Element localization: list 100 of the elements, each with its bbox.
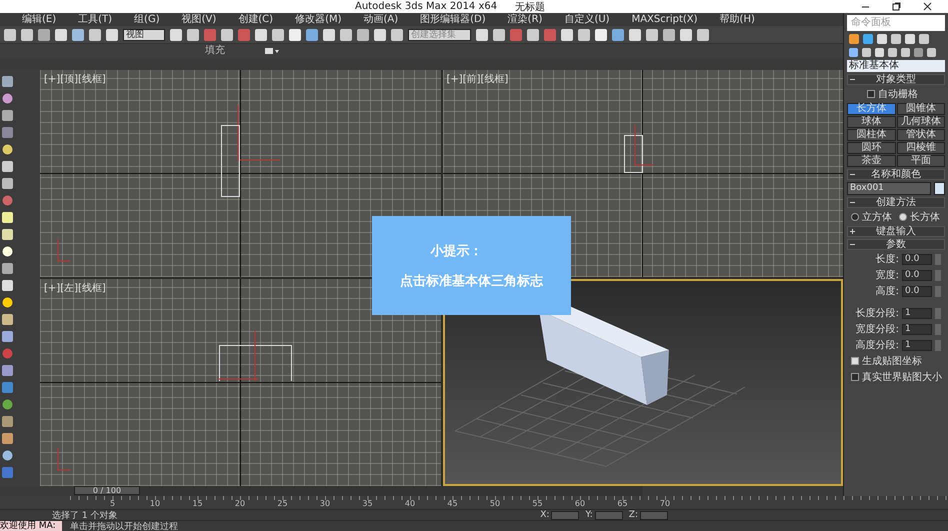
timeline-ruler[interactable]: 5 10 15 20 25 30 35 40 45 50 55 60 65 70 bbox=[70, 496, 948, 509]
toolbar-icon[interactable] bbox=[476, 28, 488, 40]
tool-icon[interactable] bbox=[2, 416, 13, 427]
toolbar-icon[interactable] bbox=[374, 28, 386, 40]
rollout-header[interactable]: 名称和颜色 bbox=[847, 169, 945, 180]
rollout-header[interactable]: 键盘输入 bbox=[847, 226, 945, 237]
toolbar-icon[interactable] bbox=[527, 28, 539, 40]
collapse-icon[interactable] bbox=[850, 172, 855, 177]
toolbar-icon[interactable] bbox=[391, 28, 403, 40]
tool-icon[interactable] bbox=[2, 331, 13, 342]
view-dropdown[interactable]: 视图 bbox=[123, 28, 165, 40]
category-dropdown[interactable]: 标准基本体 bbox=[847, 60, 945, 72]
toolbar-icon[interactable] bbox=[106, 28, 118, 40]
toolbar-icon[interactable] bbox=[72, 28, 84, 40]
object-button[interactable]: 球体 bbox=[847, 116, 896, 128]
toolbar-icon[interactable] bbox=[578, 28, 590, 40]
object-button[interactable]: 圆柱体 bbox=[847, 129, 896, 141]
toolbar-icon[interactable] bbox=[612, 28, 624, 40]
tool-icon[interactable] bbox=[2, 212, 13, 223]
toolbar-icon[interactable] bbox=[306, 28, 318, 40]
menu-item[interactable]: 动画(A) bbox=[364, 13, 398, 26]
expand-icon[interactable] bbox=[850, 229, 855, 234]
script-listener[interactable]: 欢迎使用 MA: bbox=[0, 520, 62, 531]
coord-field[interactable] bbox=[551, 510, 580, 520]
toolbar-icon[interactable] bbox=[170, 28, 182, 40]
toolbar-icon[interactable] bbox=[561, 28, 573, 40]
rollout-header[interactable]: 参数 bbox=[847, 239, 945, 250]
menu-item[interactable]: 工具(T) bbox=[78, 13, 112, 26]
rollout-header[interactable]: 创建方法 bbox=[847, 197, 945, 208]
tool-icon[interactable] bbox=[2, 229, 13, 240]
menu-item[interactable]: 创建(C) bbox=[238, 13, 274, 26]
param-field[interactable]: 1 bbox=[902, 324, 932, 334]
toolbar-icon[interactable] bbox=[221, 28, 233, 40]
checkbox[interactable] bbox=[851, 357, 859, 365]
toolbar-icon[interactable] bbox=[289, 28, 301, 40]
time-slider-track[interactable]: 0 / 100 bbox=[74, 486, 643, 496]
toolbar-icon[interactable] bbox=[629, 28, 641, 40]
toolbar-icon[interactable] bbox=[595, 28, 607, 40]
tool-icon[interactable] bbox=[2, 110, 13, 121]
color-swatch[interactable] bbox=[934, 182, 945, 195]
menu-item[interactable]: 视图(V) bbox=[182, 13, 216, 26]
checkbox[interactable] bbox=[851, 373, 859, 381]
toolbar-icon[interactable] bbox=[323, 28, 335, 40]
slider-thumb[interactable]: 0 / 100 bbox=[74, 486, 140, 496]
tool-icon[interactable] bbox=[2, 365, 13, 376]
menu-item[interactable]: 图形编辑器(D) bbox=[420, 13, 486, 26]
toolbar-icon[interactable] bbox=[493, 28, 505, 40]
object-button[interactable]: 圆锥体 bbox=[896, 103, 945, 115]
collapse-icon[interactable] bbox=[850, 200, 855, 205]
menu-item[interactable]: MAXScript(X) bbox=[632, 13, 698, 26]
toolbar-icon[interactable] bbox=[663, 28, 675, 40]
checkbox[interactable] bbox=[867, 90, 875, 98]
tool-icon[interactable] bbox=[2, 178, 13, 189]
param-field[interactable]: 1 bbox=[902, 308, 932, 318]
toolbar-icon[interactable] bbox=[340, 28, 352, 40]
tool-icon[interactable] bbox=[2, 76, 13, 87]
tool-icon[interactable] bbox=[2, 433, 13, 444]
object-button[interactable]: 茶壶 bbox=[847, 155, 896, 167]
tool-icon[interactable] bbox=[2, 280, 13, 291]
toolbar-icon[interactable] bbox=[187, 28, 199, 40]
object-button[interactable]: 圆环 bbox=[847, 142, 896, 154]
circle-tool-icon[interactable] bbox=[2, 297, 13, 308]
name-field[interactable]: Box001 bbox=[847, 182, 931, 195]
param-field[interactable]: 0.0 bbox=[902, 270, 932, 280]
toolbar-icon[interactable] bbox=[255, 28, 267, 40]
toolbar-icon[interactable] bbox=[357, 28, 369, 40]
viewport-label[interactable]: [+][左][线框] bbox=[44, 281, 106, 296]
radio-button[interactable] bbox=[899, 213, 907, 221]
menu-item[interactable]: 渲染(R) bbox=[508, 13, 542, 26]
circle-tool-icon[interactable] bbox=[2, 144, 13, 155]
restore-icon[interactable] bbox=[892, 2, 901, 11]
toolbar-icon[interactable] bbox=[272, 28, 284, 40]
toolbar-icon[interactable] bbox=[646, 28, 658, 40]
menu-item[interactable]: 帮助(H) bbox=[720, 13, 755, 26]
menu-item[interactable]: 编辑(E) bbox=[22, 13, 56, 26]
object-button[interactable]: 管状体 bbox=[896, 129, 945, 141]
collapse-icon[interactable] bbox=[850, 77, 855, 82]
object-button[interactable]: 几何球体 bbox=[896, 116, 945, 128]
menu-item[interactable]: 组(G) bbox=[134, 13, 160, 26]
toolbar-icon[interactable] bbox=[38, 28, 50, 40]
toolbar-icon[interactable] bbox=[89, 28, 101, 40]
menu-item[interactable]: 修改器(M) bbox=[295, 13, 342, 26]
circle-tool-icon[interactable] bbox=[2, 246, 13, 257]
param-field[interactable]: 0.0 bbox=[902, 254, 932, 264]
coord-field[interactable] bbox=[640, 510, 668, 520]
circle-tool-icon[interactable] bbox=[2, 93, 13, 104]
ribbon-tab[interactable]: 填充 bbox=[205, 44, 225, 57]
param-field[interactable]: 0.0 bbox=[902, 286, 932, 296]
close-icon[interactable] bbox=[923, 2, 932, 11]
toolbar-icon[interactable] bbox=[55, 28, 67, 40]
toolbar-icon[interactable] bbox=[4, 28, 16, 40]
circle-tool-icon[interactable] bbox=[2, 450, 13, 461]
radio-button[interactable] bbox=[851, 213, 859, 221]
toolbar-icon[interactable] bbox=[697, 28, 709, 40]
rollout-header[interactable]: 对象类型 bbox=[847, 74, 945, 85]
menu-item[interactable]: 自定义(U) bbox=[564, 13, 610, 26]
viewport-label[interactable]: [+][前][线框] bbox=[446, 72, 508, 86]
param-field[interactable]: 1 bbox=[902, 340, 932, 350]
display-icon[interactable] bbox=[265, 46, 279, 54]
object-button[interactable]: 四棱锥 bbox=[896, 142, 945, 154]
